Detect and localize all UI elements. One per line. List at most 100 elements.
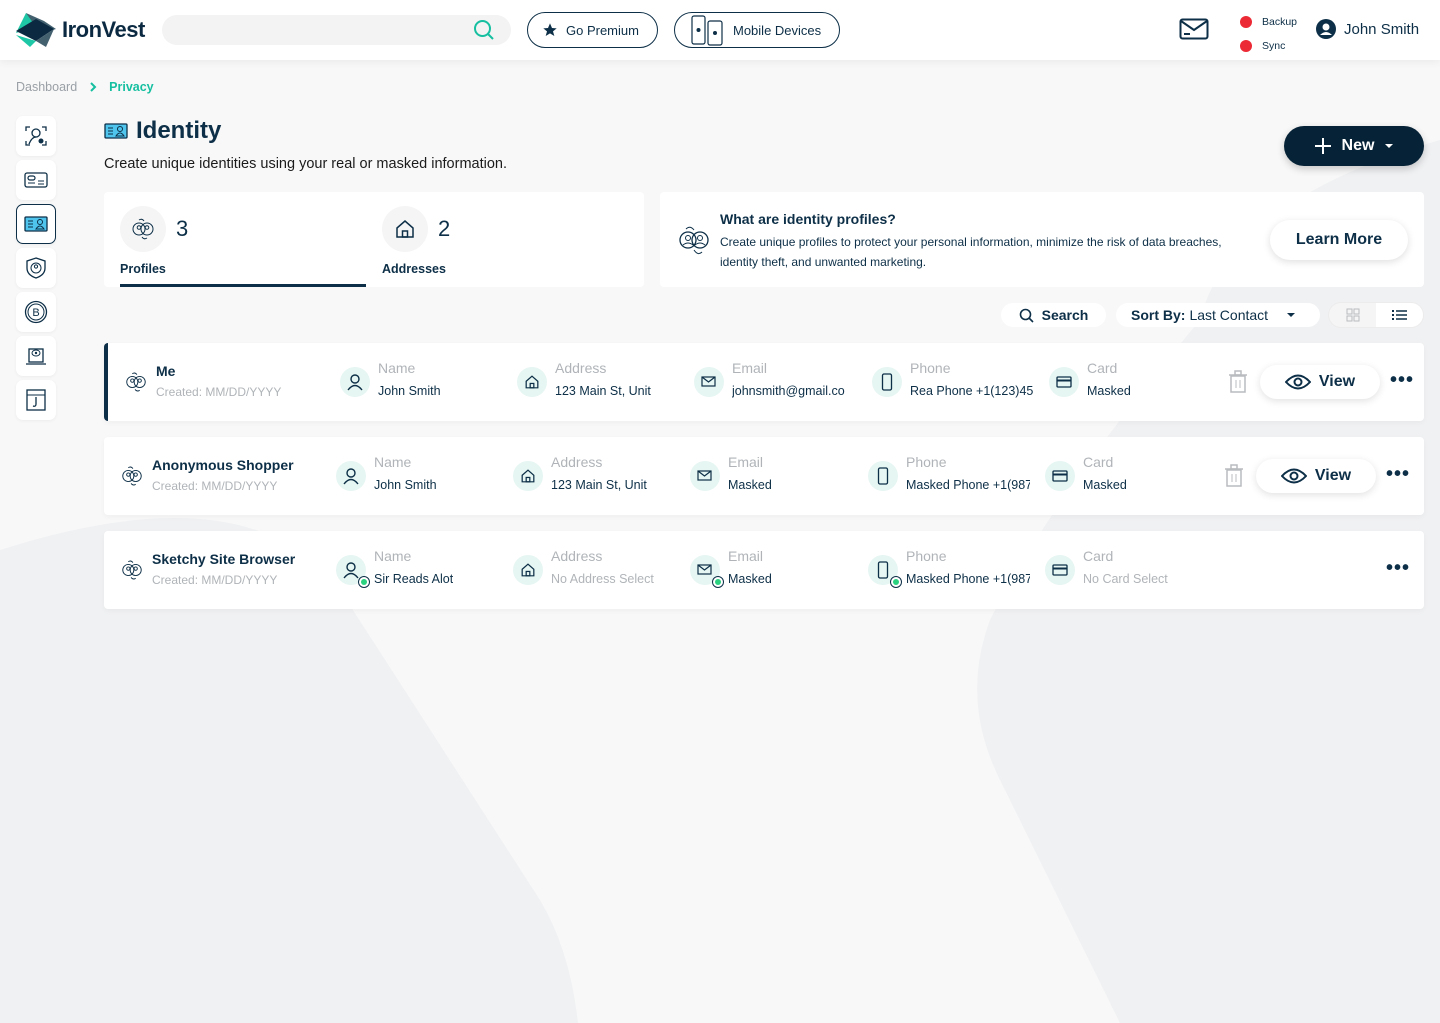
list-view-button[interactable] (1376, 303, 1423, 327)
tab-addresses[interactable]: 2 Addresses (382, 206, 450, 276)
card-value: Masked (1083, 478, 1127, 492)
search-button-label: Search (1041, 307, 1089, 323)
person-icon (343, 562, 359, 579)
masked-badge-icon (890, 576, 902, 588)
address-field: Address No Address Select (513, 548, 666, 586)
profile-name[interactable]: Anonymous Shopper (152, 457, 294, 473)
go-premium-button[interactable]: Go Premium (527, 12, 658, 48)
email-value: Masked (728, 478, 772, 492)
profile-card[interactable]: Me Created: MM/DD/YYYY Name John Smith Ad… (104, 343, 1424, 421)
card-field: Card Masked (1049, 360, 1131, 398)
card-label: Card (1087, 360, 1118, 376)
trash-icon[interactable] (1224, 464, 1244, 488)
email-value: Masked (728, 572, 772, 586)
credit-card-icon (1052, 564, 1068, 576)
sort-value: Last Contact (1189, 307, 1269, 323)
learn-more-button[interactable]: Learn More (1270, 220, 1408, 260)
page-title: Identity (136, 117, 222, 144)
chevron-right-icon (90, 82, 97, 92)
card-label: Card (1083, 454, 1114, 470)
global-search[interactable] (162, 15, 511, 45)
phone-value: Masked Phone +1(987 (906, 572, 1030, 586)
view-button[interactable]: View (1260, 365, 1380, 399)
sync-label: Sync (1262, 40, 1286, 52)
sidebar: B (16, 116, 56, 424)
address-field: Address 123 Main St, Unit (517, 360, 670, 398)
view-button-label: View (1314, 467, 1352, 484)
name-value: John Smith (374, 478, 437, 492)
profiles-icon (679, 226, 709, 255)
email-icon (697, 564, 712, 575)
mail-icon[interactable] (1179, 18, 1209, 40)
credit-card-icon (1056, 376, 1072, 388)
monitor-eye-icon (26, 348, 46, 365)
address-field: Address 123 Main St, Unit (513, 454, 666, 492)
phone-value: Rea Phone +1(123)456 (910, 384, 1034, 398)
caret-down-icon (1287, 313, 1296, 317)
address-value: 123 Main St, Unit (555, 384, 651, 398)
profile-card[interactable]: Anonymous Shopper Created: MM/DD/YYYY Na… (104, 437, 1424, 515)
name-label: Name (378, 360, 416, 376)
sidebar-item-shield[interactable] (16, 248, 56, 288)
card-value: No Card Select (1083, 572, 1168, 586)
svg-text:B: B (32, 307, 39, 319)
card-value: Masked (1087, 384, 1131, 398)
search-input[interactable] (162, 15, 452, 45)
address-label: Address (551, 454, 603, 470)
phone-label: Phone (910, 360, 951, 376)
stats-panel: 3 Profiles 2 Addresses (104, 192, 644, 287)
profile-icon (122, 560, 142, 580)
eye-icon (1284, 374, 1311, 390)
email-icon (701, 376, 716, 387)
home-icon (525, 375, 539, 389)
email-label: Email (732, 360, 768, 376)
phone-field: Phone Rea Phone +1(123)456 (872, 360, 1034, 398)
phishing-hook-icon (26, 389, 46, 411)
user-menu[interactable]: John Smith (1316, 19, 1419, 39)
sidebar-item-face-scan[interactable] (16, 116, 56, 156)
tab-profiles[interactable]: 3 Profiles (120, 206, 188, 276)
home-icon (521, 469, 535, 483)
trash-icon[interactable] (1228, 370, 1248, 394)
card-field: Card Masked (1045, 454, 1127, 492)
sidebar-item-crypto[interactable]: B (16, 292, 56, 332)
sidebar-item-monitor[interactable] (16, 336, 56, 376)
face-scan-icon (25, 126, 47, 146)
id-card-icon (24, 172, 48, 188)
new-button[interactable]: New (1284, 126, 1424, 166)
address-value: No Address Select (551, 572, 654, 586)
identity-card-icon (24, 216, 48, 232)
profiles-icon (132, 218, 154, 240)
eye-icon (1280, 468, 1307, 484)
backup-status: Backup (1240, 10, 1297, 34)
grid-view-button[interactable] (1329, 303, 1376, 327)
search-button[interactable]: Search (1001, 303, 1106, 327)
sidebar-item-id-card[interactable] (16, 160, 56, 200)
logo[interactable]: IronVest (16, 13, 145, 47)
breadcrumb-dashboard[interactable]: Dashboard (16, 80, 77, 94)
card-label: Card (1083, 548, 1114, 564)
user-avatar-icon (1316, 19, 1336, 39)
profile-name[interactable]: Me (156, 363, 175, 379)
profile-name[interactable]: Sketchy Site Browser (152, 551, 295, 567)
more-options-button[interactable]: ••• (1390, 369, 1414, 392)
go-premium-label: Go Premium (566, 22, 639, 38)
email-field: Email Masked (690, 548, 853, 588)
home-icon (521, 563, 535, 577)
credit-card-icon (1052, 470, 1068, 482)
view-toggle (1329, 303, 1423, 327)
sort-dropdown[interactable]: Sort By: Last Contact (1116, 303, 1320, 327)
card-field: Card No Card Select (1045, 548, 1168, 586)
address-value: 123 Main St, Unit (551, 478, 647, 492)
sidebar-item-identity[interactable] (16, 204, 56, 244)
view-button[interactable]: View (1256, 459, 1376, 493)
more-options-button[interactable]: ••• (1386, 463, 1410, 486)
mobile-devices-button[interactable]: Mobile Devices (674, 12, 840, 48)
sidebar-item-phishing[interactable] (16, 380, 56, 420)
mobile-devices-icon (691, 15, 723, 46)
search-icon[interactable] (473, 19, 495, 41)
profile-card[interactable]: Sketchy Site Browser Created: MM/DD/YYYY… (104, 531, 1424, 609)
email-label: Email (728, 454, 764, 470)
more-options-button[interactable]: ••• (1386, 557, 1410, 580)
name-label: Name (374, 454, 412, 470)
